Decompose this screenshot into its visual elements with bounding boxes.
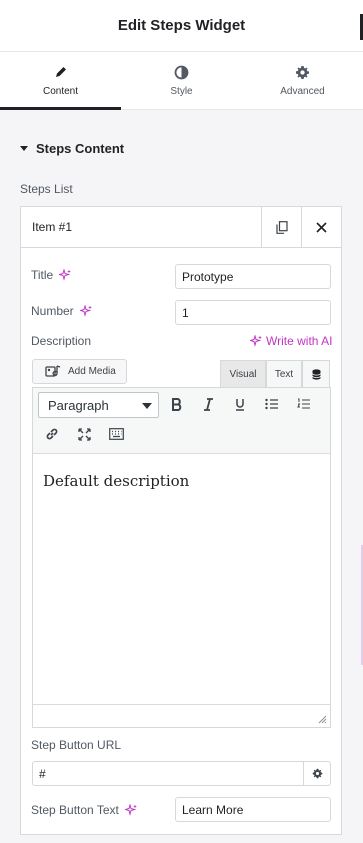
gear-icon <box>295 64 311 80</box>
underline-button[interactable] <box>228 392 252 416</box>
gear-icon <box>312 768 322 779</box>
tab-advanced[interactable]: Advanced <box>242 52 363 109</box>
tab-style[interactable]: Style <box>121 52 242 109</box>
add-media-label: Add Media <box>68 366 116 377</box>
button-url-label: Step Button URL <box>31 738 122 752</box>
half-circle-icon <box>174 64 190 80</box>
button-url-input[interactable] <box>32 761 303 786</box>
panel-title: Edit Steps Widget <box>117 17 246 34</box>
tab-style-label: Style <box>170 86 193 97</box>
editor-toolbar: Paragraph <box>33 388 330 454</box>
add-media-icon <box>45 365 61 377</box>
link-options-button[interactable] <box>303 761 331 786</box>
bullet-list-button[interactable] <box>260 392 284 416</box>
ai-sparkle-icon[interactable] <box>124 804 137 816</box>
underline-icon <box>236 398 244 411</box>
bold-icon <box>172 397 182 411</box>
tab-advanced-label: Advanced <box>280 86 325 97</box>
steps-list-label: Steps List <box>20 182 73 196</box>
ai-sparkle-icon[interactable] <box>59 269 72 281</box>
number-label-row: Number <box>31 304 92 318</box>
title-label: Title <box>31 268 54 282</box>
panel-tabs: Content Style Advanced <box>0 52 363 110</box>
caret-down-icon <box>20 146 28 151</box>
title-label-row: Title <box>31 268 72 282</box>
chevron-down-icon <box>142 403 152 409</box>
bullet-list-icon <box>265 398 278 410</box>
button-url-control <box>32 761 331 786</box>
remove-button[interactable] <box>301 206 341 248</box>
keyboard-icon <box>108 428 124 440</box>
bold-button[interactable] <box>165 392 189 416</box>
format-select[interactable]: Paragraph <box>38 392 159 418</box>
panel-header: Edit Steps Widget <box>0 0 363 52</box>
write-with-ai-label: Write with AI <box>266 334 333 348</box>
ai-sparkle-icon <box>250 335 262 347</box>
duplicate-button[interactable] <box>261 206 301 248</box>
editor-content[interactable]: Default description <box>33 454 330 704</box>
format-select-value: Paragraph <box>48 397 109 413</box>
numbered-list-button[interactable] <box>292 392 316 416</box>
fullscreen-icon <box>77 427 91 441</box>
dynamic-tags-button[interactable] <box>302 360 330 387</box>
section-title: Steps Content <box>36 141 125 156</box>
italic-icon <box>204 397 213 411</box>
number-label: Number <box>31 304 74 318</box>
tab-content-label: Content <box>42 86 79 97</box>
editor-status-bar <box>33 704 330 727</box>
editor-tab-text[interactable]: Text <box>266 360 302 387</box>
description-label: Description <box>31 334 92 348</box>
button-text-input[interactable] <box>175 797 331 822</box>
ai-sparkle-icon[interactable] <box>79 305 92 317</box>
add-media-button[interactable]: Add Media <box>32 359 127 384</box>
button-text-label-row: Step Button Text <box>31 803 137 817</box>
pencil-icon <box>53 64 69 80</box>
close-icon <box>316 221 327 233</box>
write-with-ai-button[interactable]: Write with AI <box>250 334 332 348</box>
repeater-item-title: Item #1 <box>32 220 73 234</box>
italic-button[interactable] <box>196 392 220 416</box>
insert-link-button[interactable] <box>40 422 64 446</box>
rich-text-editor: Paragraph Default description <box>32 387 331 728</box>
database-icon <box>311 368 321 380</box>
link-icon <box>46 428 58 440</box>
fullscreen-button[interactable] <box>72 422 96 446</box>
title-input[interactable] <box>175 264 331 289</box>
editor-tab-visual[interactable]: Visual <box>220 360 266 387</box>
section-toggle-steps-content[interactable]: Steps Content <box>20 141 124 156</box>
tab-content[interactable]: Content <box>0 52 121 110</box>
resize-handle-icon[interactable] <box>318 715 327 724</box>
repeater-item-header[interactable]: Item #1 <box>21 206 341 248</box>
numbered-list-icon <box>297 398 310 409</box>
number-input[interactable] <box>175 300 331 325</box>
button-text-label: Step Button Text <box>31 803 119 817</box>
copy-icon <box>275 220 288 234</box>
toolbar-toggle-button[interactable] <box>104 422 128 446</box>
